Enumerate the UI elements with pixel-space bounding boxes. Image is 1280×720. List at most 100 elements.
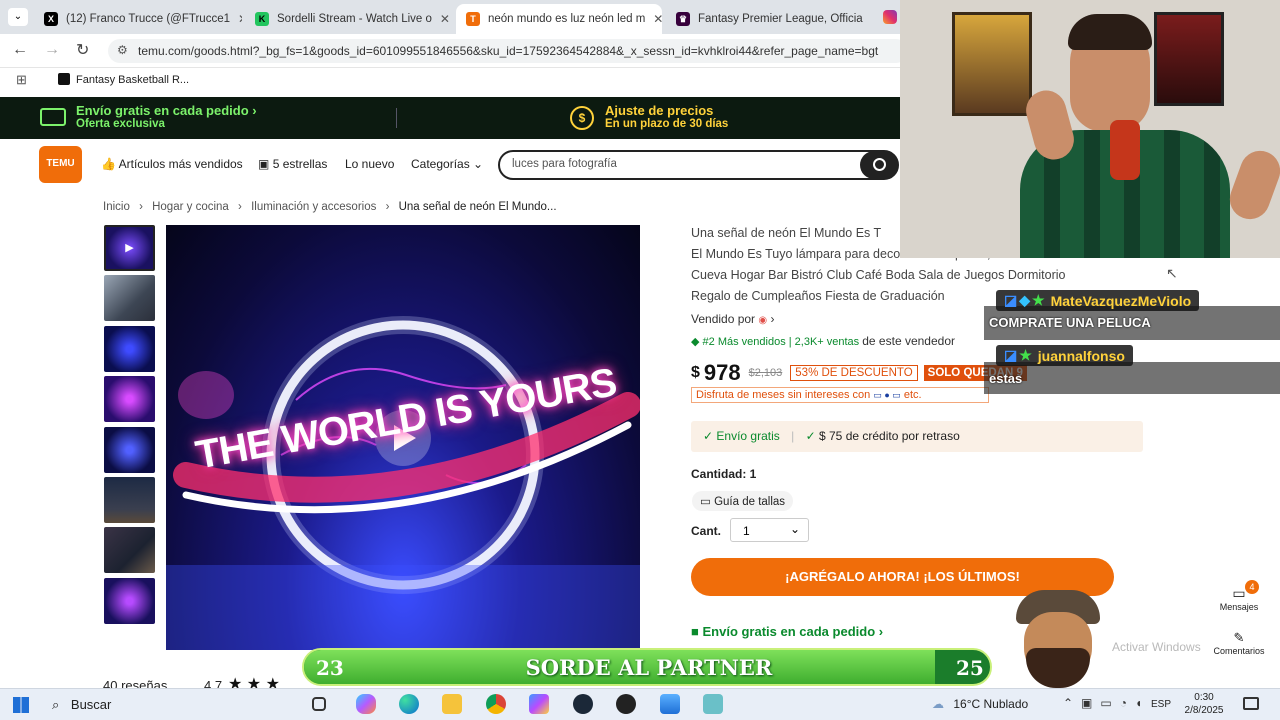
price-adjust-icon: $	[570, 106, 594, 130]
tab-temu[interactable]: T neón mundo es luz neón led m ✕	[456, 4, 662, 34]
copilot-icon[interactable]	[356, 694, 376, 714]
promo-price-title: Ajuste de precios	[605, 103, 714, 118]
nav-new[interactable]: Lo nuevo	[345, 157, 394, 171]
quantity-select[interactable]: 1 ⌄	[730, 518, 809, 542]
reload-icon[interactable]: ↻	[76, 40, 89, 60]
task-view-icon[interactable]	[312, 697, 326, 711]
tab-title: neón mundo es luz neón led m	[488, 13, 646, 25]
steam-icon[interactable]	[573, 694, 593, 714]
thumbnail-image[interactable]	[104, 477, 155, 523]
messages-label: Mensajes	[1219, 602, 1259, 612]
seller-badge-icon: ◉	[758, 315, 768, 326]
tab-kick[interactable]: K Sordelli Stream - Watch Live o ✕	[245, 4, 453, 34]
sub-badge-icon: ◪	[1004, 347, 1018, 363]
temu-logo[interactable]: TEMU	[39, 146, 82, 183]
windows-start-icon[interactable]	[13, 697, 29, 713]
tab-twitter[interactable]: X (12) Franco Trucce (@FTrucce1 ✕	[34, 4, 242, 34]
leaf-icon: ◆	[691, 336, 700, 348]
notification-icon[interactable]	[1243, 697, 1259, 710]
delay-credit-label: $ 75 de crédito por retraso	[819, 429, 960, 443]
site-info-icon[interactable]: ⚙	[117, 43, 128, 57]
search-input[interactable]: luces para fotografía	[498, 150, 899, 180]
search-icon: ⌕	[52, 697, 60, 712]
breadcrumb-home[interactable]: Inicio	[103, 201, 130, 213]
thumbnail-image[interactable]	[104, 427, 155, 473]
close-icon[interactable]: ✕	[645, 12, 662, 26]
tray-icons[interactable]: ⌃▣▭◔◖	[1063, 696, 1150, 710]
clock[interactable]: 0:30 2/8/2025	[1180, 691, 1228, 717]
clock-date: 2/8/2025	[1184, 705, 1224, 716]
back-icon[interactable]: ←	[12, 41, 28, 59]
activate-windows-watermark: Activar Windows	[1112, 640, 1201, 654]
tab-list-dropdown[interactable]: ⌄	[8, 8, 28, 26]
comments-label: Comentarios	[1213, 646, 1265, 656]
chrome-icon[interactable]	[486, 694, 506, 714]
card-icons: ▭ ● ▭	[873, 390, 901, 400]
messages-button[interactable]: ▭ Mensajes 4	[1210, 580, 1268, 620]
product-main-image[interactable]: THE WORLD IS YOURS	[166, 225, 640, 650]
breadcrumb-lighting[interactable]: Iluminación y accesorios	[251, 201, 376, 213]
promo-price-sub: En un plazo de 30 días	[605, 118, 729, 130]
star-badge-icon: ★	[1019, 347, 1032, 363]
size-guide-button[interactable]: ▭ Guía de tallas	[692, 491, 794, 511]
price: 978	[703, 360, 741, 385]
ruler-icon: ▭	[700, 496, 711, 508]
mascot-avatar	[1010, 590, 1105, 688]
chat-message: COMPRATE UNA PELUCA	[989, 315, 1151, 330]
microphone	[1110, 120, 1140, 180]
file-explorer-icon[interactable]	[442, 694, 462, 714]
installments-banner[interactable]: Disfruta de meses sin intereses con ▭ ● …	[691, 387, 989, 403]
comments-button[interactable]: ✎ Comentarios	[1208, 628, 1270, 664]
thumbnail-image[interactable]	[104, 578, 155, 624]
tab-title: Fantasy Premier League, Officia	[698, 13, 863, 25]
partner-goal-bar: 23 SORDE AL PARTNER 25	[302, 648, 992, 686]
price-adjust-promo[interactable]: Ajuste de precios En un plazo de 30 días	[605, 103, 728, 130]
close-icon[interactable]: ✕	[230, 12, 242, 26]
bookmark-fantasy-basketball[interactable]: Fantasy Basketball R...	[58, 73, 189, 86]
instagram-icon[interactable]	[883, 10, 897, 24]
truck-icon	[40, 108, 66, 126]
sold-by[interactable]: Vendido por ◉ ›	[691, 312, 774, 326]
tab-title: Sordelli Stream - Watch Live o	[277, 13, 432, 25]
nav-categories[interactable]: Categorías ⌄	[411, 157, 483, 171]
taskbar-search[interactable]: ⌕ Buscar	[52, 697, 111, 713]
apps-icon[interactable]: ⊞	[16, 72, 27, 88]
url-field[interactable]: ⚙ temu.com/goods.html?_bg_fs=1&goods_id=…	[108, 39, 908, 63]
shipping-footer-link[interactable]: ■ Envío gratis en cada pedido ›	[691, 624, 883, 639]
nav-five-stars[interactable]: ▣ 5 estrellas	[258, 157, 327, 171]
thumbnail-video[interactable]: ▶	[104, 225, 155, 271]
thumbnail-image[interactable]	[104, 275, 155, 321]
close-icon[interactable]: ✕	[863, 12, 872, 26]
star-badge-icon: ▣	[258, 157, 270, 171]
search-button[interactable]	[860, 151, 898, 179]
premier-league-icon: ♛	[676, 12, 690, 26]
product-title-line: Una señal de neón El Mundo Es T	[691, 226, 882, 240]
language-indicator[interactable]: ESP	[1151, 699, 1171, 710]
chevron-right-icon: ›	[252, 103, 257, 118]
free-shipping-promo[interactable]: Envío gratis en cada pedido › Oferta exc…	[76, 103, 257, 130]
shipping-box: ✓ Envío gratis | ✓ $ 75 de crédito por r…	[691, 421, 1143, 452]
thumbnail-image[interactable]	[104, 326, 155, 372]
thumbnail-image[interactable]	[104, 376, 155, 422]
forward-icon[interactable]: →	[44, 41, 60, 59]
edge-icon[interactable]	[399, 694, 419, 714]
thumbnail-image[interactable]	[104, 527, 155, 573]
truck-icon: ■	[691, 624, 699, 639]
breadcrumb-home-kitchen[interactable]: Hogar y cocina	[152, 201, 229, 213]
bestseller-suffix: de este vendedor	[862, 334, 955, 348]
close-icon[interactable]: ✕	[432, 12, 450, 26]
obs-icon[interactable]	[616, 694, 636, 714]
mouse-cursor-icon: ↖	[1166, 265, 1178, 281]
price-row: $ 978 $2,103 53% DE DESCUENTO SOLO QUEDA…	[691, 360, 1027, 386]
nav-best-sellers[interactable]: 👍 Artículos más vendidos	[101, 157, 243, 171]
streamer-hand-right	[1224, 145, 1280, 225]
weather-widget[interactable]: ☁ 16°C Nublado	[932, 697, 1028, 711]
discount-badge: 53% DE DESCUENTO	[790, 365, 918, 381]
chat-username: ◪ ◆ ★ MateVazquezMeViolo	[996, 290, 1200, 311]
tab-fantasy-premier-league[interactable]: ♛ Fantasy Premier League, Officia ✕	[666, 4, 872, 34]
photos-icon[interactable]	[660, 694, 680, 714]
pinned-app-icon[interactable]	[703, 694, 723, 714]
star-badge-icon: ★	[1032, 292, 1045, 308]
product-title-line: Cueva Hogar Bar Bistró Club Café Boda Sa…	[691, 268, 1066, 282]
obs-ps-icon[interactable]	[529, 694, 549, 714]
